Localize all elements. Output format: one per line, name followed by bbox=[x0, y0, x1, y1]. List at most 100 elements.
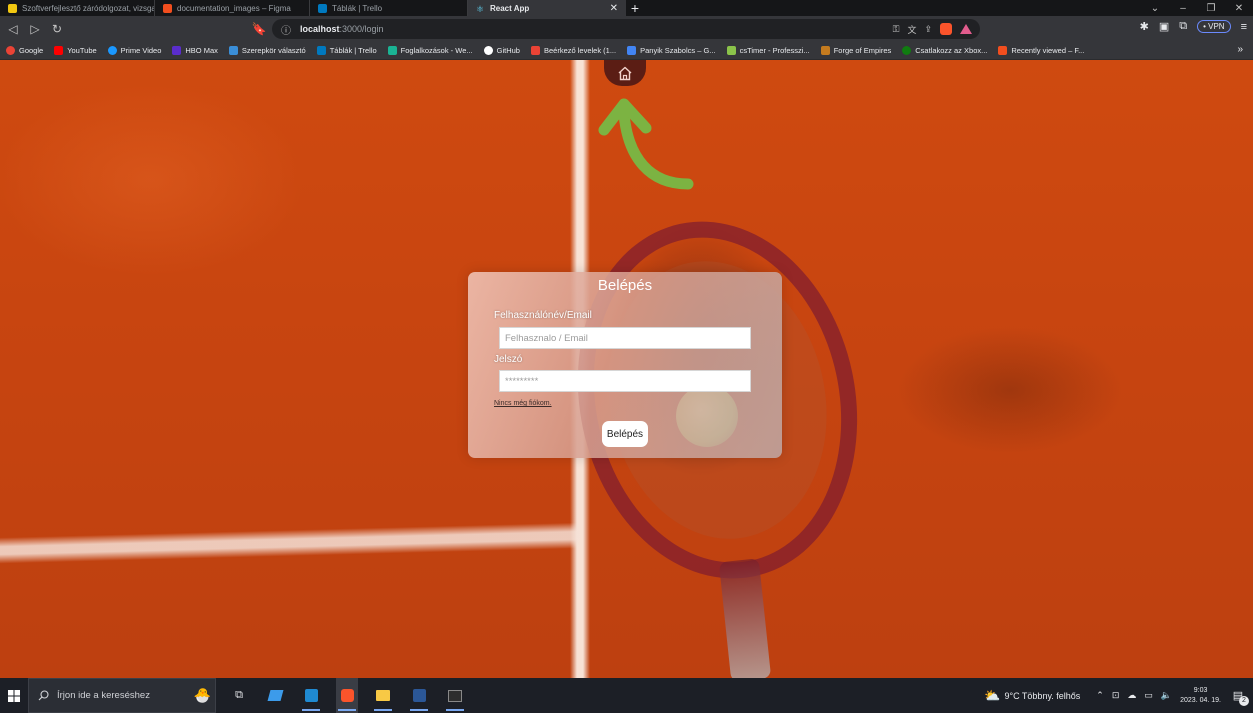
brave-rewards-icon[interactable] bbox=[960, 24, 972, 34]
menu-icon[interactable]: ≡ bbox=[1241, 21, 1247, 33]
bookmark-item[interactable]: Recently viewed – F... bbox=[998, 46, 1084, 55]
bookmark-item[interactable]: Panyik Szabolcs – G... bbox=[627, 46, 716, 55]
bookmarks-bar: Google YouTube Prime Video HBO Max Szere… bbox=[0, 42, 1253, 60]
bookmark-item[interactable]: YouTube bbox=[54, 46, 97, 55]
close-tab-icon[interactable]: ✕ bbox=[610, 3, 618, 14]
username-label: Felhasználónév/Email bbox=[494, 310, 592, 321]
court-line bbox=[0, 522, 580, 564]
bookmark-icon[interactable]: 🔖 bbox=[248, 18, 270, 40]
windows-icon bbox=[8, 689, 20, 702]
curved-arrow-icon bbox=[598, 98, 694, 190]
password-label: Jelszó bbox=[494, 354, 523, 365]
browser-tab-active[interactable]: ⚛ React App ✕ bbox=[468, 0, 626, 16]
trello-icon bbox=[316, 46, 326, 55]
home-icon bbox=[618, 66, 632, 80]
bookmark-item[interactable]: Prime Video bbox=[107, 46, 161, 55]
youtube-icon bbox=[54, 46, 64, 55]
forward-icon[interactable]: ▷ bbox=[24, 18, 46, 40]
wallet-icon[interactable]: ⧉ bbox=[1179, 20, 1187, 33]
restore-icon[interactable]: ❐ bbox=[1197, 0, 1225, 16]
window-controls: ⌄ – ❐ ✕ bbox=[1141, 0, 1253, 16]
vscode-icon[interactable] bbox=[300, 678, 322, 713]
more-bookmarks-icon[interactable]: » bbox=[1237, 44, 1243, 55]
cstimer-icon bbox=[726, 46, 736, 55]
share-icon[interactable]: ⇪ bbox=[924, 24, 932, 35]
github-icon bbox=[483, 46, 493, 55]
file-explorer-icon[interactable] bbox=[372, 678, 394, 713]
bookmark-item[interactable]: Beérkező levelek (1... bbox=[530, 46, 616, 55]
bookmark-item[interactable]: HBO Max bbox=[172, 46, 218, 55]
search-icon bbox=[38, 690, 49, 701]
extensions-icon[interactable]: ✱ bbox=[1140, 20, 1149, 33]
register-link[interactable]: Nincs még fiókom. bbox=[494, 400, 552, 407]
forge-of-empires-icon bbox=[820, 46, 830, 55]
bookmark-item[interactable]: Google bbox=[6, 46, 43, 55]
login-button[interactable]: Belépés bbox=[602, 421, 648, 447]
bookmark-item[interactable]: Táblák | Trello bbox=[316, 46, 377, 55]
login-page: Belépés Felhasználónév/Email Jelszó Ninc… bbox=[0, 60, 1253, 678]
notification-center-icon[interactable]: ▤ 2 bbox=[1229, 687, 1249, 706]
username-input[interactable] bbox=[499, 327, 751, 349]
translate-icon[interactable]: 文 bbox=[907, 23, 916, 36]
close-window-icon[interactable]: ✕ bbox=[1225, 0, 1253, 16]
home-button[interactable] bbox=[604, 60, 646, 86]
xbox-icon bbox=[902, 46, 912, 55]
password-input[interactable] bbox=[499, 370, 751, 392]
browser-tabstrip: Szoftverfejlesztő záródolgozat, vizsga d… bbox=[0, 0, 1253, 16]
address-bar[interactable]: ⓘ localhost:3000/login ⚿ 文 ⇪ bbox=[272, 19, 980, 39]
figma-icon bbox=[998, 46, 1008, 55]
onedrive-icon[interactable]: ☁ bbox=[1127, 690, 1136, 701]
weather-widget[interactable]: ⛅ 9°C Többny. felhős bbox=[984, 688, 1080, 704]
bookmark-item[interactable]: Szerepkör választó bbox=[228, 46, 306, 55]
browser-toolbar: ◁ ▷ ↻ 🔖 ⓘ localhost:3000/login ⚿ 文 ⇪ ✱ ▣… bbox=[0, 16, 1253, 42]
tab-favicon-icon bbox=[318, 3, 327, 13]
tab-favicon-icon bbox=[163, 3, 172, 13]
sidebar-icon[interactable]: ▣ bbox=[1159, 20, 1169, 33]
tab-title: Szoftverfejlesztő záródolgozat, vizsga bbox=[22, 3, 155, 13]
start-button[interactable] bbox=[0, 678, 28, 713]
brave-shields-icon[interactable] bbox=[940, 23, 952, 35]
tab-title: Táblák | Trello bbox=[332, 3, 383, 13]
new-tab-button[interactable]: + bbox=[626, 0, 644, 16]
network-icon[interactable]: ▭ bbox=[1144, 690, 1153, 701]
volume-icon[interactable]: 🔈 bbox=[1161, 690, 1172, 701]
bookmark-item[interactable]: Foglalkozások - We... bbox=[387, 46, 473, 55]
azure-app-icon[interactable] bbox=[264, 678, 286, 713]
task-view-icon[interactable]: ⧉ bbox=[228, 678, 250, 713]
brave-browser-icon[interactable] bbox=[336, 678, 358, 713]
url-text: localhost:3000/login bbox=[300, 24, 384, 34]
meet-now-icon[interactable]: ⊡ bbox=[1112, 690, 1120, 701]
tab-search-icon[interactable]: ⌄ bbox=[1141, 0, 1169, 16]
react-favicon-icon: ⚛ bbox=[476, 3, 485, 14]
tab-favicon-icon bbox=[8, 3, 17, 13]
browser-tab[interactable]: Szoftverfejlesztő záródolgozat, vizsga bbox=[0, 0, 155, 16]
cloud-sun-icon: ⛅ bbox=[984, 687, 1001, 703]
notification-count: 2 bbox=[1239, 695, 1249, 706]
taskbar-search[interactable]: Írjon ide a kereséshez 🐣 bbox=[28, 678, 216, 713]
back-icon[interactable]: ◁ bbox=[2, 18, 24, 40]
vpn-button[interactable]: • VPN bbox=[1197, 20, 1231, 33]
clock[interactable]: 9:03 2023. 04. 19. bbox=[1180, 686, 1221, 706]
terminal-icon[interactable] bbox=[444, 678, 466, 713]
drive-icon bbox=[627, 46, 637, 55]
browser-tab[interactable]: documentation_images – Figma bbox=[155, 0, 310, 16]
bookmark-item[interactable]: csTimer - Professzi... bbox=[726, 46, 810, 55]
role-selector-icon bbox=[228, 46, 238, 55]
prime-video-icon bbox=[107, 46, 117, 55]
bookmark-item[interactable]: GitHub bbox=[483, 46, 520, 55]
search-placeholder: Írjon ide a kereséshez bbox=[57, 690, 150, 701]
racket-handle bbox=[718, 558, 772, 678]
site-info-icon[interactable]: ⓘ bbox=[280, 23, 292, 37]
minimize-icon[interactable]: – bbox=[1169, 0, 1197, 16]
bookmark-item[interactable]: Csatlakozz az Xbox... bbox=[902, 46, 987, 55]
tab-title: React App bbox=[490, 3, 530, 13]
key-icon[interactable]: ⚿ bbox=[893, 24, 900, 35]
chevron-up-icon[interactable]: ⌃ bbox=[1096, 690, 1104, 701]
gmail-icon bbox=[530, 46, 540, 55]
word-icon[interactable] bbox=[408, 678, 430, 713]
browser-tab[interactable]: Táblák | Trello bbox=[310, 0, 468, 16]
login-title: Belépés bbox=[597, 277, 653, 294]
hbo-max-icon bbox=[172, 46, 182, 55]
bookmark-item[interactable]: Forge of Empires bbox=[820, 46, 891, 55]
reload-icon[interactable]: ↻ bbox=[46, 18, 68, 40]
